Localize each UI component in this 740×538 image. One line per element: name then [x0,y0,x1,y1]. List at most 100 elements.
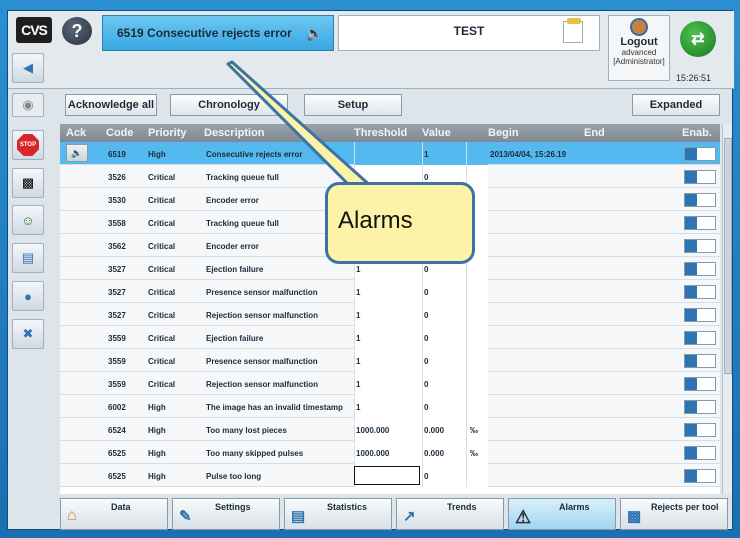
cell-description: Pulse too long [206,472,262,481]
cell-value: 0 [424,334,429,343]
col-ack: Ack [66,127,87,139]
cell-threshold: 1000.000 [356,449,390,458]
app-window-frame: CVS ? 6519 Consecutive rejects error 🔈 T… [0,0,740,538]
cell-code: 3559 [108,357,126,366]
table-row[interactable]: 6002 High The image has an invalid timesta… [60,395,720,418]
threshold-edit-box[interactable] [354,466,420,485]
enable-toggle[interactable] [684,377,716,391]
cell-code: 3562 [108,242,126,251]
acknowledge-all-button[interactable]: Acknowledge all [65,94,157,116]
operator-button[interactable]: ☺ [12,205,44,235]
cell-priority: Critical [148,357,176,366]
tab-alarms[interactable]: ⚠ Alarms [508,498,616,530]
top-bar: CVS ? 6519 Consecutive rejects error 🔈 T… [8,11,734,89]
cell-value: 0 [424,265,429,274]
tab-trends[interactable]: ↗ Trends [396,498,504,530]
speaker-icon[interactable]: 🔈 [306,25,323,42]
col-begin: Begin [488,127,519,139]
globe-icon: ● [24,288,32,304]
enable-toggle[interactable] [684,446,716,460]
enable-toggle[interactable] [684,469,716,483]
cell-description: Tracking queue full [206,219,279,228]
enable-toggle[interactable] [684,400,716,414]
table-row[interactable]: 6524 High Too many lost pieces 1000.000 0.00… [60,418,720,441]
enable-toggle[interactable] [684,147,716,161]
col-description: Description [204,127,265,139]
clock: 15:26:51 [676,73,712,83]
enable-toggle[interactable] [684,423,716,437]
clipboard-icon[interactable] [563,18,583,43]
setup-button[interactable]: Setup [304,94,402,116]
expanded-button[interactable]: Expanded [632,94,720,116]
cell-code: 3527 [108,288,126,297]
table-cell-background [422,326,466,349]
user-role: [Administrator] [613,57,665,66]
cell-description: Presence sensor malfunction [206,288,318,297]
table-row[interactable]: 3527 Critical Rejection sensor malfunction… [60,303,720,326]
table-row[interactable]: 3559 Critical Rejection sensor malfunction… [60,372,720,395]
stop-button[interactable]: STOP [12,130,44,160]
table-cell-background [422,303,466,326]
enable-toggle[interactable] [684,239,716,253]
table-cell-background [422,395,466,418]
table-row[interactable]: 3559 Critical Presence sensor malfunction 1… [60,349,720,372]
cell-description: Encoder error [206,196,259,205]
table-row[interactable]: 6525 High Too many skipped pulses 1000.000 0… [60,441,720,464]
table-row[interactable]: 6525HighPulse too long10 [60,464,720,487]
tab-settings[interactable]: ✎ Settings [172,498,280,530]
enable-toggle[interactable] [684,285,716,299]
cell-description: Ejection failure [206,334,264,343]
enable-toggle[interactable] [684,216,716,230]
help-button[interactable]: ? [62,17,92,45]
tab-rejects-per-tool[interactable]: ▩ Rejects per tool [620,498,728,530]
cell-priority: Critical [148,380,176,389]
tab-data[interactable]: ⌂ Data [60,498,168,530]
table-cell-background [466,280,488,303]
cell-threshold: 1000.000 [356,426,390,435]
tab-statistics[interactable]: ▤ Statistics [284,498,392,530]
cell-begin: 2013/04/04, 15:26.19 [490,150,567,159]
table-row[interactable]: 3527 Critical Presence sensor malfunction 1… [60,280,720,303]
enable-toggle[interactable] [684,354,716,368]
tab-statistics-label: Statistics [327,502,368,512]
enable-toggle[interactable] [684,262,716,276]
cell-priority: High [148,150,166,159]
enable-toggle[interactable] [684,193,716,207]
table-cell-background [354,326,422,349]
cell-threshold: 1 [356,380,361,389]
col-threshold: Threshold [354,127,408,139]
cell-code: 6525 [108,472,126,481]
callout-text: Alarms [338,207,413,234]
table-row[interactable]: 🔈 6519 High Consecutive rejects error 1 2013/… [60,142,720,165]
network-button[interactable]: ● [12,281,44,311]
cell-value: 0 [424,311,429,320]
cell-priority: Critical [148,173,176,182]
logout-button[interactable]: Logout advanced [Administrator] [608,15,670,81]
scrollbar-thumb[interactable] [724,138,732,374]
chronology-button[interactable]: Chronology [170,94,288,116]
table-cell-background [466,395,488,418]
table-scrollbar[interactable] [722,124,732,494]
acknowledge-speaker-icon[interactable]: 🔈 [66,144,88,162]
report-button[interactable]: ▤ [12,243,44,273]
tools-icon: ✖ [22,326,34,341]
bar-chart-icon: ▩ [627,508,642,525]
cell-description: Ejection failure [206,265,264,274]
camera-button[interactable]: ▩ [12,168,44,198]
cell-priority: High [148,472,166,481]
back-button[interactable]: ◀ [12,53,44,83]
cell-priority: Critical [148,242,176,251]
tools-button[interactable]: ✖ [12,319,44,349]
table-cell-background [354,395,422,418]
table-row[interactable]: 3559 Critical Ejection failure 1 0 [60,326,720,349]
enable-toggle[interactable] [684,308,716,322]
sync-button[interactable]: ⇄ [680,21,716,57]
cell-description: Too many lost pieces [206,426,287,435]
cell-code: 3526 [108,173,126,182]
cell-value: 1 [424,150,429,159]
camera-lens-button[interactable]: ◉ [12,93,44,117]
cell-value: 0 [424,288,429,297]
active-alarm-banner[interactable]: 6519 Consecutive rejects error 🔈 [102,15,334,51]
enable-toggle[interactable] [684,170,716,184]
enable-toggle[interactable] [684,331,716,345]
